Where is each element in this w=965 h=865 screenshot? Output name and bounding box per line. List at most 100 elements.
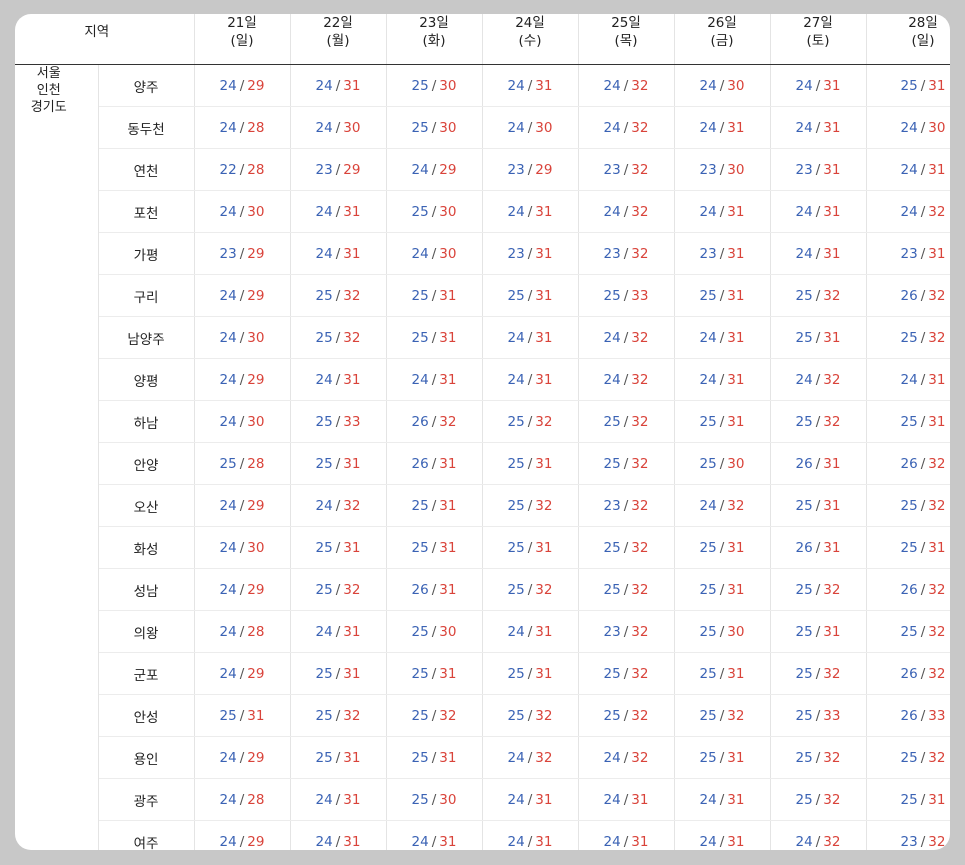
high-temperature: 30 [343, 119, 361, 136]
temperature-separator: / [335, 455, 341, 472]
day-of-week-label: (일) [911, 33, 935, 49]
temperature-cell: 25/31 [482, 526, 579, 569]
high-temperature: 29 [247, 581, 265, 598]
temperature-cell: 24/31 [770, 190, 867, 233]
low-temperature: 25 [900, 623, 918, 640]
temperature-separator: / [719, 623, 725, 640]
low-temperature: 25 [219, 455, 237, 472]
low-temperature: 26 [900, 665, 918, 682]
temperature-cell: 24/31 [482, 358, 579, 401]
table-row: 여주 24/29 24/31 24/31 24/31 24/31 24/31 24/32 23/… [15, 820, 950, 850]
city-name-cell: 의왕 [98, 610, 195, 653]
low-temperature: 25 [411, 77, 429, 94]
temperature-separator: / [335, 161, 341, 178]
high-temperature: 32 [631, 119, 649, 136]
high-temperature: 31 [343, 77, 361, 94]
low-temperature: 25 [315, 329, 333, 346]
high-temperature: 32 [928, 581, 946, 598]
high-temperature: 32 [343, 497, 361, 514]
temperature-separator: / [335, 287, 341, 304]
temperature-cell: 24/31 [290, 358, 387, 401]
temperature-separator: / [431, 287, 437, 304]
temperature-separator: / [920, 119, 926, 136]
temperature-cell: 25/31 [386, 526, 483, 569]
high-temperature: 31 [535, 329, 553, 346]
low-temperature: 24 [603, 329, 621, 346]
temperature-separator: / [431, 455, 437, 472]
temperature-cell: 25/31 [290, 652, 387, 695]
table-row: 서울 인천 경기도 양주 24/29 24/31 25/30 24/31 24/32 24/30 2… [15, 64, 950, 850]
temperature-separator: / [335, 413, 341, 430]
temperature-separator: / [719, 161, 725, 178]
table-row: 포천 24/30 24/31 25/30 24/31 24/32 24/31 24/31 24/… [15, 190, 950, 233]
temperature-separator: / [431, 329, 437, 346]
low-temperature: 23 [699, 245, 717, 262]
low-temperature: 24 [699, 329, 717, 346]
temperature-separator: / [239, 665, 245, 682]
high-temperature: 30 [727, 455, 745, 472]
temperature-separator: / [920, 497, 926, 514]
high-temperature: 31 [535, 287, 553, 304]
high-temperature: 31 [343, 623, 361, 640]
high-temperature: 29 [247, 77, 265, 94]
low-temperature: 25 [603, 539, 621, 556]
temperature-separator: / [920, 329, 926, 346]
temperature-cell: 25/31 [770, 316, 867, 359]
low-temperature: 25 [699, 413, 717, 430]
temperature-cell: 24/29 [386, 148, 483, 191]
temperature-separator: / [815, 665, 821, 682]
temperature-cell: 25/32 [578, 694, 675, 737]
temperature-cell: 25/31 [674, 400, 771, 443]
low-temperature: 26 [900, 455, 918, 472]
temperature-cell: 25/30 [386, 106, 483, 149]
temperature-separator: / [920, 455, 926, 472]
low-temperature: 24 [603, 119, 621, 136]
temperature-separator: / [920, 791, 926, 808]
temperature-separator: / [815, 833, 821, 850]
high-temperature: 31 [727, 749, 745, 766]
temperature-cell: 25/31 [482, 652, 579, 695]
high-temperature: 32 [631, 245, 649, 262]
temperature-cell: 25/31 [386, 484, 483, 527]
temperature-separator: / [335, 749, 341, 766]
temperature-separator: / [623, 749, 629, 766]
temperature-separator: / [335, 371, 341, 388]
day-column-header: 26일 (금) [674, 14, 771, 65]
temperature-separator: / [527, 497, 533, 514]
high-temperature: 31 [823, 497, 841, 514]
temperature-cell: 24/31 [290, 778, 387, 821]
temperature-cell: 24/31 [674, 316, 771, 359]
high-temperature: 31 [823, 539, 841, 556]
low-temperature: 24 [315, 245, 333, 262]
low-temperature: 25 [411, 329, 429, 346]
high-temperature: 32 [535, 749, 553, 766]
high-temperature: 31 [343, 539, 361, 556]
temperature-cell: 26/32 [866, 568, 950, 611]
temperature-separator: / [239, 455, 245, 472]
temperature-separator: / [335, 623, 341, 640]
temperature-cell: 24/31 [770, 232, 867, 275]
temperature-cell: 24/28 [194, 778, 291, 821]
temperature-cell: 24/30 [194, 190, 291, 233]
temperature-cell: 23/32 [578, 484, 675, 527]
table-row: 남양주 24/30 25/32 25/31 24/31 24/32 24/31 25/31 25… [15, 316, 950, 359]
high-temperature: 33 [631, 287, 649, 304]
table-row: 안성 25/31 25/32 25/32 25/32 25/32 25/32 25/33 26/… [15, 694, 950, 737]
low-temperature: 24 [507, 791, 525, 808]
temperature-separator: / [527, 623, 533, 640]
low-temperature: 25 [411, 665, 429, 682]
temperature-separator: / [920, 749, 926, 766]
temperature-cell: 23/32 [866, 820, 950, 850]
high-temperature: 31 [631, 833, 649, 850]
city-name-cell: 화성 [98, 526, 195, 569]
city-name-cell: 군포 [98, 652, 195, 695]
high-temperature: 32 [343, 329, 361, 346]
temperature-cell: 24/29 [194, 64, 291, 107]
temperature-separator: / [920, 581, 926, 598]
high-temperature: 28 [247, 455, 265, 472]
high-temperature: 32 [631, 203, 649, 220]
high-temperature: 31 [928, 161, 946, 178]
high-temperature: 31 [928, 539, 946, 556]
high-temperature: 32 [439, 413, 457, 430]
temperature-cell: 24/30 [482, 106, 579, 149]
